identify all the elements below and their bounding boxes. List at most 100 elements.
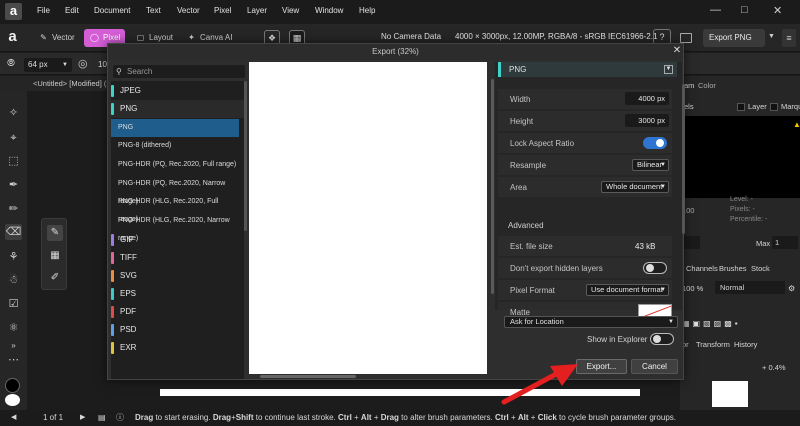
format-list-scrollbar[interactable] [244, 81, 247, 231]
file-size-label: Est. file size [510, 242, 553, 251]
tab-histogram[interactable]: am [684, 81, 694, 90]
brush-settings-icon[interactable]: ⦾ [7, 58, 15, 69]
flood-eraser-icon[interactable]: ✐ [47, 270, 63, 286]
format-exr[interactable]: EXR [111, 339, 244, 357]
channels-select[interactable]: els [684, 102, 694, 111]
tab-history[interactable]: History [734, 340, 757, 349]
layer-actions-bar[interactable]: ▦▣▧▨▩▪ [682, 319, 800, 331]
close-window-icon[interactable]: ✕ [773, 4, 782, 17]
menu-text[interactable]: Text [146, 6, 161, 15]
background-eraser-icon[interactable]: ▦ [47, 248, 63, 264]
format-pdf[interactable]: PDF [111, 303, 244, 321]
more-tools-icon[interactable]: ⋯ [5, 352, 22, 368]
minimize-icon[interactable]: — [710, 4, 721, 16]
maximize-icon[interactable]: □ [741, 4, 748, 16]
menu-file[interactable]: File [37, 6, 50, 15]
format-search-input[interactable]: ⚲ Search [113, 65, 245, 78]
location-select[interactable]: Ask for Location ▼ [504, 316, 678, 328]
crop-tool-icon[interactable]: ⌖ [5, 130, 22, 146]
format-svg[interactable]: SVG [111, 267, 244, 285]
blend-mode-select[interactable]: Normal [715, 281, 785, 294]
eraser-brush-icon[interactable]: ✎ [47, 225, 63, 241]
min-field[interactable] [682, 236, 700, 249]
format-psd[interactable]: PSD [111, 321, 244, 339]
brush-size-field[interactable]: 64 px ▼ [24, 58, 72, 72]
menu-view[interactable]: View [282, 6, 299, 15]
export-png-button[interactable]: Export PNG [703, 29, 765, 47]
menu-window[interactable]: Window [315, 6, 343, 15]
marquee-tool-icon[interactable]: ⬚ [5, 153, 22, 169]
clone-tool-icon[interactable]: ☑ [5, 296, 22, 312]
tab-brushes[interactable]: Brushes [719, 264, 747, 273]
close-icon[interactable]: ✕ [671, 45, 683, 59]
eraser-tool-icon[interactable]: ⌫ [5, 224, 22, 240]
preview-vertical-scrollbar[interactable] [491, 79, 494, 294]
cancel-button[interactable]: Cancel [631, 359, 678, 374]
width-field[interactable]: 4000 px [625, 92, 669, 105]
layers-status-icon[interactable]: ▤ [98, 410, 106, 426]
png-variant-hdr-pq-narrow[interactable]: PNG-HDR (PQ, Rec.2020, Narrow range) [111, 175, 239, 205]
menu-layer[interactable]: Layer [247, 6, 267, 15]
chevron-down-icon[interactable]: ▼ [768, 33, 775, 40]
hidden-layers-toggle[interactable] [643, 262, 667, 274]
status-hint-text: to continue last stroke. [253, 413, 339, 422]
preview-horizontal-scrollbar[interactable] [260, 375, 356, 378]
studio-icon[interactable]: ≡ [782, 29, 796, 47]
document-tab[interactable]: <Untitled> [Modified] (2 [0, 76, 110, 91]
format-tiff[interactable]: TIFF [111, 249, 244, 267]
tools-panel: ➤ ✧ ⌖ ⬚ ✒ ✏ ⌫ ⚘ ☃ ☑ ⚛ » ⋯ [0, 76, 27, 410]
tab-color[interactable]: Color [698, 81, 716, 90]
navigator-thumbnail[interactable] [712, 381, 748, 407]
opacity-value[interactable]: 100 % [682, 284, 703, 293]
png-variant-hdr-pq-full[interactable]: PNG-HDR (PQ, Rec.2020, Full range) [111, 156, 239, 174]
max-label: Max [756, 239, 771, 248]
advanced-section-label[interactable]: Advanced [508, 221, 544, 230]
export-persona-icon[interactable] [680, 33, 692, 43]
zoom-value[interactable]: + 0.4% [762, 363, 786, 372]
menu-document[interactable]: Document [94, 6, 130, 15]
format-eps[interactable]: EPS [111, 285, 244, 303]
lock-aspect-toggle[interactable] [643, 137, 667, 149]
preset-color-bar [498, 62, 501, 77]
fill-tool-icon[interactable]: ⚘ [5, 249, 22, 265]
format-png[interactable]: PNG [111, 100, 244, 118]
tab-transform[interactable]: Transform [696, 340, 730, 349]
next-page-icon[interactable]: ▶ [80, 410, 85, 426]
preset-header[interactable]: PNG ▼ [498, 62, 677, 77]
first-page-icon[interactable]: ◀ [11, 410, 16, 426]
png-variant-png8[interactable]: PNG-8 (dithered) [111, 137, 239, 155]
file-size-value: 43 kB [635, 242, 656, 251]
menu-pixel[interactable]: Pixel [214, 6, 231, 15]
layer-options-icon[interactable]: ⚙ [788, 284, 795, 293]
retouch-tool-icon[interactable]: ⚛ [5, 320, 22, 336]
secondary-color-swatch[interactable] [5, 394, 20, 406]
pixel-format-select[interactable]: Use document format ▼ [586, 284, 669, 296]
color-picker-icon[interactable]: ✒ [5, 177, 22, 193]
show-in-explorer-toggle[interactable] [650, 333, 674, 345]
dodge-tool-icon[interactable]: ☃ [5, 272, 22, 288]
max-field[interactable]: 1 [772, 236, 798, 249]
info-status-icon[interactable]: ⓘ [116, 410, 124, 426]
height-field[interactable]: 3000 px [625, 114, 669, 127]
area-select[interactable]: Whole document ▼ [601, 181, 669, 193]
persona-vector[interactable]: ✎ Vector [33, 29, 80, 47]
settings-scrollbar[interactable] [682, 84, 685, 234]
layer-checkbox[interactable] [737, 103, 745, 111]
png-variant-png[interactable]: PNG [111, 119, 239, 137]
png-variant-hdr-hlg-full[interactable]: PNG-HDR (HLG, Rec.2020, Full range) [111, 193, 239, 223]
menu-help[interactable]: Help [359, 6, 375, 15]
tab-stock[interactable]: Stock [751, 264, 770, 273]
tab-channels[interactable]: Channels [686, 264, 718, 273]
marquee-checkbox[interactable] [770, 103, 778, 111]
app-logo[interactable]: a [5, 3, 22, 20]
format-jpeg[interactable]: JPEG [111, 82, 244, 100]
paint-brush-icon[interactable]: ✏ [5, 201, 22, 217]
menu-edit[interactable]: Edit [65, 6, 79, 15]
primary-color-swatch[interactable] [5, 378, 20, 393]
brush-texture-icon[interactable]: ◎ [78, 57, 88, 70]
png-variant-hdr-hlg-narrow[interactable]: PNG-HDR (HLG, Rec.2020, Narrow range) [111, 212, 239, 242]
resample-select[interactable]: Bilinear ▼ [632, 159, 669, 171]
menu-vector[interactable]: Vector [177, 6, 200, 15]
magic-wand-icon[interactable]: ✧ [5, 105, 22, 121]
format-gif[interactable]: GIF [111, 231, 244, 249]
